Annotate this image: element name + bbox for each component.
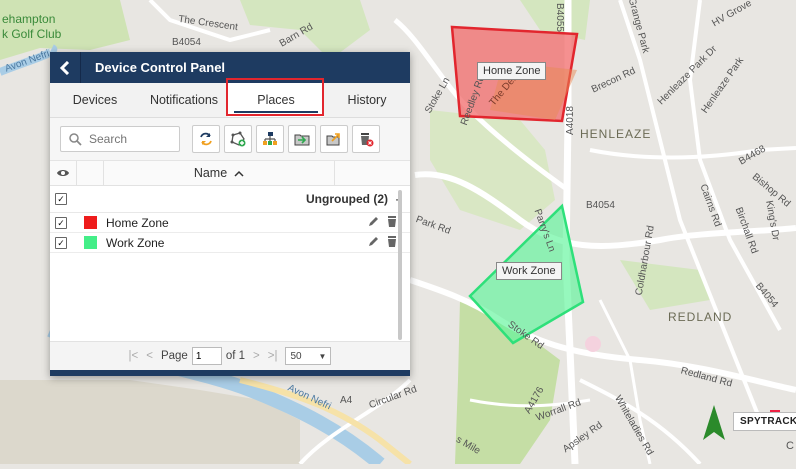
visibility-column[interactable] [50,161,77,185]
pagination-bar: |< < Page of 1 > >| 50 ▼ [50,341,410,370]
import-button[interactable] [288,125,316,153]
dropdown-arrow-icon: ▼ [318,351,327,361]
back-button[interactable] [50,52,81,83]
tab-devices[interactable]: Devices [50,83,140,117]
page-number-input[interactable] [191,347,222,365]
tab-history[interactable]: History [324,83,410,117]
refresh-icon [200,132,212,146]
trash-icon [388,216,396,227]
map-label: B4054 [586,200,615,211]
delete-button[interactable] [352,125,380,153]
tab-places[interactable]: Places [228,83,324,117]
add-polygon-icon [230,131,246,147]
group-button[interactable] [256,125,284,153]
next-page-icon[interactable]: > [253,350,260,362]
folder-export-icon [326,133,340,146]
map-label: k Golf Club [2,27,62,41]
chevron-left-icon [60,60,70,75]
edit-button[interactable] [368,235,386,250]
map-label: A4 [340,395,353,406]
map-marker [585,336,601,352]
device-control-panel: Device Control Panel Devices Notificatio… [50,52,410,376]
item-checkbox[interactable]: ✓ [50,216,72,229]
search-box[interactable] [60,126,180,152]
page-size-select[interactable]: 50 ▼ [285,347,332,365]
list-item[interactable]: ✓ Work Zone [50,233,410,253]
sort-ascending-icon [234,170,244,177]
color-swatch [84,236,97,249]
eye-icon [57,170,69,176]
refresh-button[interactable] [192,125,220,153]
trash-delete-icon [361,133,374,147]
panel-footer [50,370,410,376]
grid-header: Name [50,161,410,186]
page-size-value: 50 [290,350,302,362]
places-list: ✓ Ungrouped (2) – ✓ Home Zone ✓ Work Zon… [50,186,410,340]
area-label: HENLEAZE [580,127,652,141]
places-toolbar [50,118,410,161]
scrollbar[interactable] [398,190,402,340]
map-label: A4018 [564,106,576,135]
folder-import-icon [294,134,310,146]
map-label: B4055 [553,3,565,32]
hierarchy-icon [263,132,277,145]
add-place-button[interactable] [224,125,252,153]
name-column-label: Name [193,166,228,180]
pencil-icon [369,217,378,226]
tab-notifications[interactable]: Notifications [140,83,228,117]
tab-bar: Devices Notifications Places History [50,83,410,118]
color-column [77,161,104,185]
pencil-icon [369,237,378,246]
prev-page-icon[interactable]: < [146,350,153,362]
group-checkbox[interactable]: ✓ [50,193,72,205]
last-page-icon[interactable]: >| [268,350,278,362]
group-label: Ungrouped (2) [306,192,388,206]
spytrack-marker-label[interactable]: SPYTRACK [733,412,796,431]
panel-title: Device Control Panel [95,60,226,75]
panel-header: Device Control Panel [50,52,410,83]
page-count-label: of 1 [225,350,246,362]
map-label: ehampton [2,12,56,26]
item-name: Work Zone [106,235,165,250]
area-label: REDLAND [668,310,733,324]
map-label: B4054 [172,37,201,48]
first-page-icon[interactable]: |< [129,350,139,362]
list-item[interactable]: ✓ Home Zone [50,213,410,233]
name-column-header[interactable]: Name [104,161,335,185]
page-label: Page [160,350,188,362]
item-checkbox[interactable]: ✓ [50,236,72,249]
color-swatch [84,216,97,229]
group-row-ungrouped[interactable]: ✓ Ungrouped (2) – [50,186,410,213]
search-input[interactable] [87,131,171,147]
work-zone-label[interactable]: Work Zone [496,262,562,280]
map-label: C [786,440,794,452]
trash-icon [388,236,396,247]
checkbox-checked: ✓ [55,193,67,205]
item-name: Home Zone [106,215,169,230]
search-icon [69,132,82,146]
checkbox-checked: ✓ [55,236,67,249]
checkbox-checked: ✓ [55,216,67,229]
export-button[interactable] [320,125,348,153]
edit-button[interactable] [368,215,386,230]
home-zone-label[interactable]: Home Zone [477,62,547,80]
